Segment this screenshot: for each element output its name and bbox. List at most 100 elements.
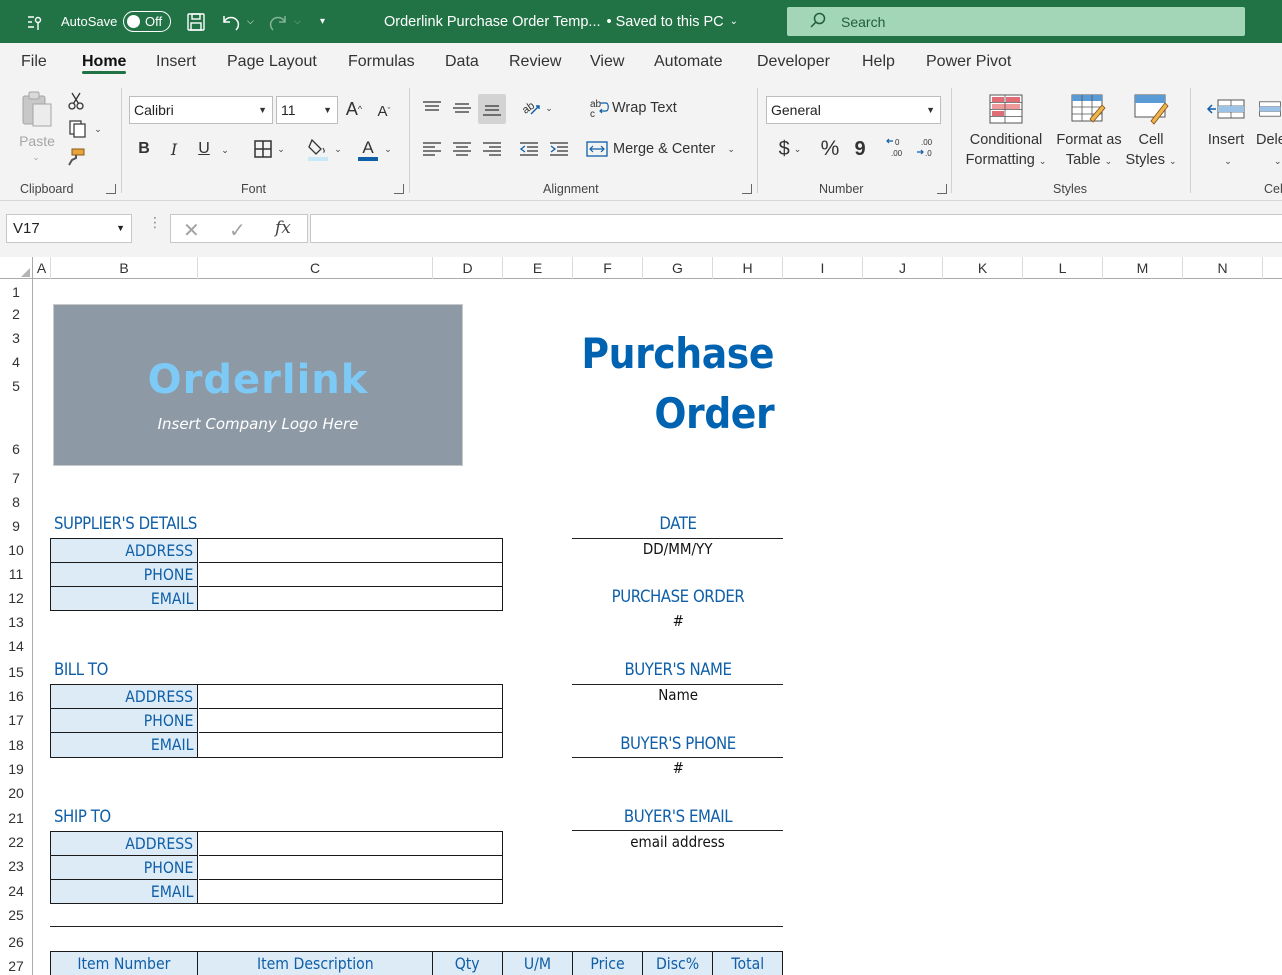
percent-button[interactable]: % xyxy=(817,136,843,162)
row-header-1[interactable]: 1 xyxy=(0,279,33,301)
tab-file[interactable]: File xyxy=(21,43,47,80)
column-header-j[interactable]: J xyxy=(863,257,943,279)
row-header-4[interactable]: 4 xyxy=(0,347,33,371)
row-header-10[interactable]: 10 xyxy=(0,535,33,559)
alignment-launcher-icon[interactable]: . xyxy=(742,184,752,194)
tab-help[interactable]: Help xyxy=(862,43,895,80)
row-header-18[interactable]: 18 xyxy=(0,729,33,754)
bill-to-phone-cell[interactable] xyxy=(199,709,502,733)
row-header-5[interactable]: 5 xyxy=(0,371,33,395)
paste-dropdown-icon[interactable]: ⌄ xyxy=(28,150,44,164)
column-total[interactable]: Total xyxy=(713,952,782,975)
column-qty[interactable]: Qty xyxy=(433,952,503,975)
column-header-d[interactable]: D xyxy=(433,257,503,279)
row-header-15[interactable]: 15 xyxy=(0,655,33,681)
align-left-icon[interactable] xyxy=(420,136,444,162)
column-header-b[interactable]: B xyxy=(51,257,198,279)
column-header-i[interactable]: I xyxy=(783,257,863,279)
column-header-a[interactable]: A xyxy=(33,257,51,279)
font-launcher-icon[interactable]: . xyxy=(394,184,404,194)
column-header-l[interactable]: L xyxy=(1023,257,1103,279)
delete-cells-button[interactable]: Dele ⌄ xyxy=(1256,130,1282,171)
format-as-table-icon[interactable] xyxy=(1068,92,1108,126)
bill-to-email-cell[interactable] xyxy=(199,733,502,757)
row-header-2[interactable]: 2 xyxy=(0,301,33,323)
row-header-16[interactable]: 16 xyxy=(0,681,33,705)
conditional-formatting-icon[interactable] xyxy=(986,92,1026,126)
row-header-19[interactable]: 19 xyxy=(0,754,33,778)
column-header-m[interactable]: M xyxy=(1103,257,1183,279)
insert-cells-icon[interactable] xyxy=(1205,92,1247,126)
bill-to-address-cell[interactable] xyxy=(199,685,502,709)
row-header-27[interactable]: 27 xyxy=(0,951,33,975)
copy-icon[interactable]: ⌄ xyxy=(65,118,105,140)
buyers-email-value[interactable]: email address xyxy=(573,833,783,851)
bold-button[interactable]: B xyxy=(135,136,153,162)
borders-icon[interactable]: ⌄ xyxy=(248,136,290,162)
row-header-8[interactable]: 8 xyxy=(0,487,33,511)
save-icon[interactable] xyxy=(185,0,207,43)
supplier-email-cell[interactable] xyxy=(199,587,502,610)
decrease-font-size-icon[interactable]: Aˇ xyxy=(372,98,396,124)
tab-power-pivot[interactable]: Power Pivot xyxy=(926,43,1011,80)
date-value[interactable]: DD/MM/YY xyxy=(573,540,783,558)
increase-indent-icon[interactable] xyxy=(547,136,571,162)
column-disc[interactable]: Disc% xyxy=(643,952,713,975)
undo-icon[interactable] xyxy=(219,0,243,43)
row-header-11[interactable]: 11 xyxy=(0,559,33,583)
conditional-formatting-button[interactable]: Conditional Formatting ⌄ xyxy=(962,130,1050,171)
buyers-name-value[interactable]: Name xyxy=(573,686,783,704)
column-item-number[interactable]: Item Number xyxy=(51,952,198,975)
clipboard-launcher-icon[interactable]: . xyxy=(106,184,116,194)
row-header-22[interactable]: 22 xyxy=(0,827,33,851)
bottom-align-icon[interactable] xyxy=(478,94,506,124)
increase-decimal-icon[interactable]: 0.00 xyxy=(884,134,910,162)
number-format-select[interactable]: General ▼ xyxy=(766,96,941,124)
tab-page-layout[interactable]: Page Layout xyxy=(227,43,317,80)
paste-icon[interactable] xyxy=(18,90,56,130)
document-title[interactable]: Orderlink Purchase Order Temp... • Saved… xyxy=(384,0,738,43)
select-all-corner[interactable] xyxy=(0,257,33,279)
row-header-7[interactable]: 7 xyxy=(0,458,33,487)
number-launcher-icon[interactable]: . xyxy=(937,184,947,194)
increase-font-size-icon[interactable]: A ^ xyxy=(342,96,366,122)
confirm-entry-icon[interactable]: ✓ xyxy=(229,218,246,243)
supplier-phone-cell[interactable] xyxy=(199,563,502,587)
cancel-entry-icon[interactable]: ✕ xyxy=(183,218,200,243)
supplier-address-cell[interactable] xyxy=(199,539,502,563)
row-header-17[interactable]: 17 xyxy=(0,705,33,729)
format-painter-icon[interactable] xyxy=(65,146,87,168)
tab-data[interactable]: Data xyxy=(445,43,479,80)
top-align-icon[interactable] xyxy=(420,96,444,120)
name-box[interactable]: V17 ▼ xyxy=(6,214,132,243)
cell-styles-button[interactable]: Cell Styles ⌄ xyxy=(1118,130,1184,171)
cell-styles-icon[interactable] xyxy=(1131,92,1171,126)
company-logo-placeholder[interactable]: Orderlink Insert Company Logo Here xyxy=(53,304,463,466)
row-header-25[interactable]: 25 xyxy=(0,900,33,924)
purchase-order-value[interactable]: # xyxy=(573,612,783,630)
column-price[interactable]: Price xyxy=(573,952,643,975)
cut-icon[interactable] xyxy=(65,90,87,112)
decrease-decimal-icon[interactable]: .00.0 xyxy=(914,134,940,162)
redo-icon[interactable] xyxy=(266,0,290,43)
font-color-icon[interactable]: A ⌄ xyxy=(353,134,395,164)
font-size-select[interactable]: 11 ▼ xyxy=(276,96,338,124)
format-as-table-button[interactable]: Format as Table ⌄ xyxy=(1050,130,1128,171)
wrap-text-button[interactable]: ab c Wrap Text xyxy=(588,96,688,120)
column-header-k[interactable]: K xyxy=(943,257,1023,279)
ship-to-phone-cell[interactable] xyxy=(199,856,502,880)
column-header-h[interactable]: H xyxy=(713,257,783,279)
column-header-n[interactable]: N xyxy=(1183,257,1263,279)
delete-cells-icon[interactable] xyxy=(1258,92,1282,126)
more-options-icon[interactable]: ⋮ xyxy=(148,215,162,229)
tab-review[interactable]: Review xyxy=(509,43,561,80)
row-header-3[interactable]: 3 xyxy=(0,323,33,347)
currency-button[interactable]: $ ⌄ xyxy=(770,136,810,162)
row-header-21[interactable]: 21 xyxy=(0,802,33,827)
row-header-24[interactable]: 24 xyxy=(0,875,33,900)
tab-developer[interactable]: Developer xyxy=(757,43,830,80)
search-box[interactable]: Search xyxy=(787,7,1245,36)
comma-style-button[interactable]: 9 xyxy=(850,136,870,162)
autosave-toggle[interactable]: Off xyxy=(123,0,171,43)
column-header-g[interactable]: G xyxy=(643,257,713,279)
